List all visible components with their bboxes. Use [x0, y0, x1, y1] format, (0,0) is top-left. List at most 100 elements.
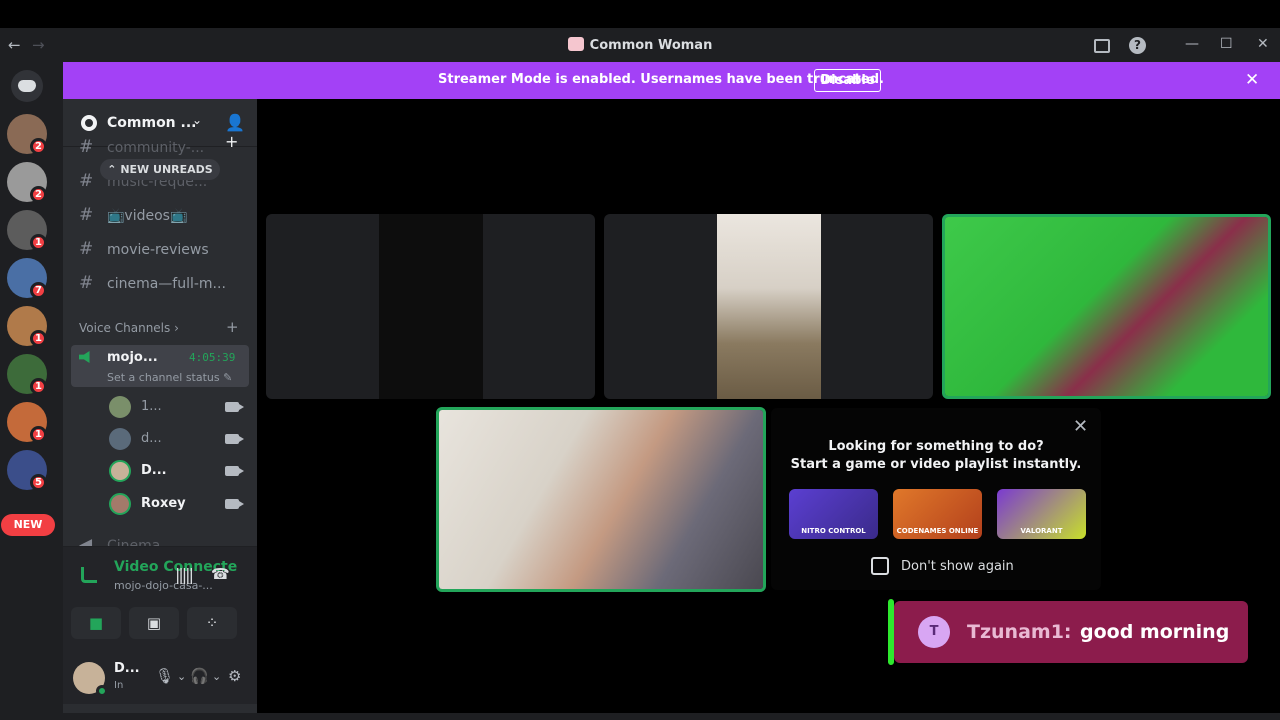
camera-toggle-button[interactable]: ■	[71, 607, 121, 639]
maximize-button[interactable]: ☐	[1220, 36, 1233, 52]
voice-user-name: d...	[141, 431, 162, 446]
close-banner-icon[interactable]: ✕	[1245, 70, 1259, 90]
hash-icon: #	[79, 171, 94, 191]
add-channel-icon[interactable]: +	[226, 318, 239, 336]
voice-channel-name: mojo...	[107, 350, 158, 365]
set-channel-status[interactable]: Set a channel status ✎	[107, 371, 232, 384]
user-panel: D... In 🎙 ⌄ 🎧 ⌄ ⚙	[63, 652, 257, 704]
video-tile[interactable]	[604, 214, 933, 399]
unread-badge: 1	[30, 234, 47, 251]
activity-card-label: CODENAMES ONLINE	[896, 527, 979, 535]
voice-category[interactable]: Voice Channels ›	[79, 321, 179, 335]
voice-connection-panel: Video Connecte mojo-dojo-casa-... ||||| …	[63, 546, 257, 652]
camera-icon	[225, 434, 244, 444]
channel-item[interactable]: # cinema—full-m...	[79, 273, 226, 293]
server-icon	[567, 37, 584, 51]
online-status-icon	[96, 685, 108, 697]
video-tile[interactable]	[266, 214, 595, 399]
voice-user[interactable]: d...	[109, 428, 249, 452]
avatar	[109, 396, 131, 418]
channel-label: 📺videos📺	[107, 208, 188, 224]
streamer-mode-banner: Streamer Mode is enabled. Usernames have…	[63, 62, 1280, 99]
user-status: In	[114, 680, 124, 691]
window-title-text: Common Woman	[589, 38, 713, 53]
signal-icon[interactable]	[81, 567, 97, 583]
voice-user-name: Roxey	[141, 496, 186, 511]
toast-body: T Tzunam1: good morning	[894, 601, 1248, 663]
noise-suppression-icon[interactable]: |||||	[175, 565, 194, 584]
server-name: Common ...	[107, 115, 197, 131]
avatar: T	[918, 616, 950, 648]
voice-user[interactable]: Roxey	[109, 493, 249, 517]
hash-icon: #	[79, 205, 94, 225]
voice-user[interactable]: D...	[109, 460, 249, 484]
user-name: D...	[114, 661, 140, 676]
window-title: Common Woman	[0, 37, 1280, 53]
voice-timer: 4:05:39	[189, 351, 236, 364]
new-servers-pill[interactable]: NEW	[1, 514, 55, 536]
disable-streamer-mode-button[interactable]: Disable	[814, 69, 881, 92]
camera-icon	[225, 402, 244, 412]
new-unreads-pill[interactable]: ⌃ NEW UNREADS	[100, 159, 220, 180]
channel-label: movie-reviews	[107, 242, 209, 258]
headset-icon[interactable]: 🎧	[190, 667, 209, 685]
channel-item[interactable]: # 📺videos📺	[79, 205, 187, 225]
close-window-button[interactable]: ✕	[1257, 36, 1269, 52]
disconnect-icon[interactable]: ☎	[211, 565, 230, 583]
inbox-icon[interactable]	[1094, 39, 1110, 53]
video-feed	[439, 410, 763, 589]
activity-card-label: VALORANT	[1020, 527, 1063, 535]
dont-show-again-label: Don't show again	[901, 559, 1014, 574]
dont-show-again-checkbox[interactable]	[871, 557, 889, 575]
unread-badge: 1	[30, 330, 47, 347]
toast-author: Tzunam1:	[967, 621, 1072, 643]
discord-home-icon[interactable]	[11, 70, 43, 102]
chevron-down-icon[interactable]: ⌄	[177, 670, 186, 683]
minimize-button[interactable]: —	[1185, 36, 1199, 52]
chevron-down-icon[interactable]: ⌄	[212, 670, 221, 683]
channel-item[interactable]: # movie-reviews	[79, 239, 209, 259]
voice-user-name: D...	[141, 463, 167, 478]
activity-card[interactable]: CODENAMES ONLINE	[893, 489, 982, 539]
help-icon[interactable]: ?	[1129, 37, 1146, 54]
server-gear-icon	[81, 115, 97, 131]
channel-item[interactable]: # community-...	[79, 137, 204, 157]
activity-card[interactable]: VALORANT	[997, 489, 1086, 539]
close-icon[interactable]: ✕	[1073, 416, 1088, 437]
unread-badge: 5	[30, 474, 47, 491]
chat-toast: T Tzunam1: good morning	[888, 599, 1250, 665]
video-feed	[945, 217, 1268, 396]
activity-card-label: NITRO CONTROL	[801, 527, 866, 535]
activity-card[interactable]: NITRO CONTROL	[789, 489, 878, 539]
video-feed	[717, 214, 821, 399]
hash-icon: #	[79, 273, 94, 293]
unread-badge: 1	[30, 426, 47, 443]
gear-icon[interactable]: ⚙	[228, 667, 241, 685]
video-feed	[379, 214, 483, 399]
microphone-icon[interactable]: 🎙	[155, 667, 174, 685]
hash-icon: #	[79, 137, 94, 157]
title-bar: ← → Common Woman	[0, 28, 1280, 62]
activity-heading: Looking for something to do? Start a gam…	[771, 438, 1101, 474]
speaker-icon	[79, 351, 90, 363]
channel-sidebar: Common ... ⌄ 👤+ # community-... # music-re…	[63, 99, 257, 720]
video-tile-speaking[interactable]	[436, 407, 766, 592]
unread-badge: 2	[30, 186, 47, 203]
hash-icon: #	[79, 239, 94, 259]
bottom-strip	[0, 713, 1280, 720]
connection-channel[interactable]: mojo-dojo-casa-...	[114, 579, 213, 592]
channel-label: community-...	[107, 140, 205, 156]
camera-icon	[225, 466, 244, 476]
screen-share-button[interactable]: ▣	[129, 607, 179, 639]
avatar	[109, 493, 131, 515]
active-voice-channel[interactable]: mojo... 4:05:39 Set a channel status ✎	[71, 345, 249, 387]
activity-suggestion-panel: ✕ Looking for something to do? Start a g…	[771, 408, 1101, 590]
add-member-icon[interactable]: 👤+	[225, 113, 257, 151]
activity-heading-line2: Start a game or video playlist instantly…	[790, 457, 1082, 472]
unread-badge: 7	[30, 282, 47, 299]
chevron-down-icon: ⌄	[192, 113, 203, 127]
channel-label: cinema—full-m...	[107, 276, 226, 292]
video-tile-speaking[interactable]	[942, 214, 1271, 399]
voice-user[interactable]: 1...	[109, 396, 249, 420]
activities-button[interactable]: ⁘	[187, 607, 237, 639]
